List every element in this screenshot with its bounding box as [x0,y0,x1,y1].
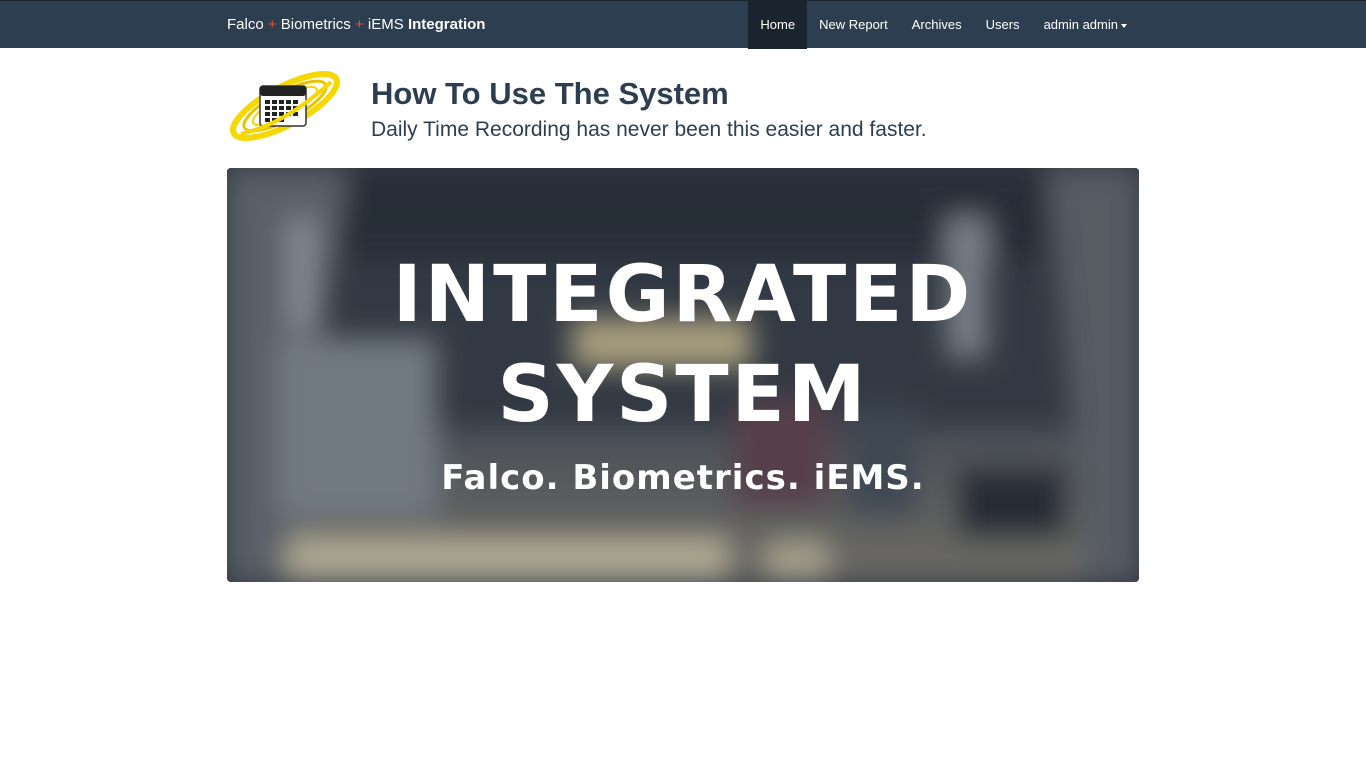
brand-plus-1: + [267,16,277,33]
banner-heading-line1: INTEGRATED [392,250,974,340]
top-navbar: Falco + Biometrics + iEMS Integration Ho… [0,0,1366,49]
nav-users[interactable]: Users [974,1,1032,49]
integrated-system-banner: INTEGRATED SYSTEM Falco. Biometrics. iEM… [227,168,1139,582]
brand-part-biometrics: Biometrics [280,16,351,33]
page-subtitle: Daily Time Recording has never been this… [371,118,927,141]
page-title: How To Use The System [371,76,729,111]
user-menu-dropdown[interactable]: admin admin [1032,1,1139,49]
calendar-orbit-logo [227,66,345,146]
banner-heading-line2: SYSTEM [497,350,869,440]
brand-part-iems: iEMS [367,16,404,33]
brand-plus-2: + [354,16,364,33]
brand-part-falco: Falco [227,16,264,33]
banner-tagline: Falco. Biometrics. iEMS. [441,458,925,498]
nav-home[interactable]: Home [748,1,808,49]
caret-down-icon [1121,23,1127,28]
nav-new-report[interactable]: New Report [807,1,900,49]
brand-part-integration: Integration [407,16,486,33]
user-menu-label: admin admin [1043,17,1118,32]
brand-link[interactable]: Falco + Biometrics + iEMS Integration [227,1,485,49]
nav-menu: Home New Report Archives Users admin adm… [748,1,1139,49]
nav-archives[interactable]: Archives [900,1,974,49]
